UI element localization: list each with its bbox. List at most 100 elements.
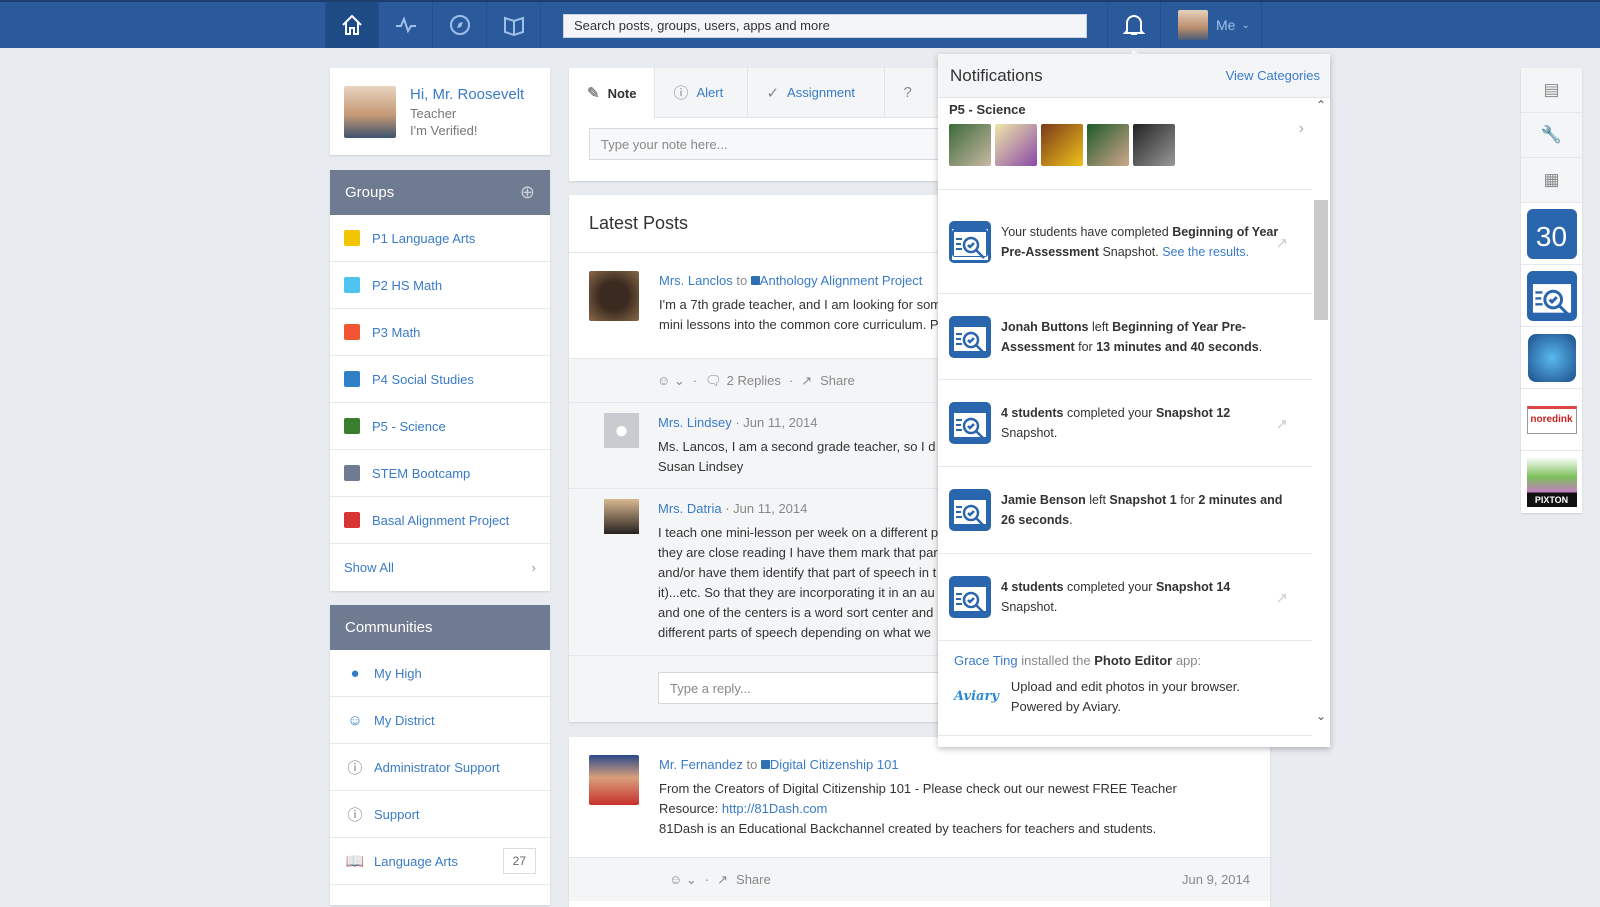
communities-title: Communities: [345, 619, 433, 636]
notification-item[interactable]: Jonah Buttons left Beginning of Year Pre…: [938, 294, 1330, 380]
reaction-icon[interactable]: ☺ ⌄: [669, 872, 697, 888]
reply-text: different parts of speech depending on w…: [658, 623, 938, 643]
tab-assignment[interactable]: ✓Assignment: [748, 68, 885, 118]
noredink-app[interactable]: noredink: [1521, 389, 1582, 451]
notification-item[interactable]: 4 students completed your Snapshot 12 Sn…: [938, 380, 1330, 467]
reply-text: and one of the centers is a word sort ce…: [658, 603, 938, 623]
home-button[interactable]: [325, 2, 379, 48]
group-item[interactable]: P1 Language Arts: [330, 215, 550, 262]
share-button[interactable]: Share: [736, 872, 1182, 887]
reply: ● Mrs. Lindsey · Jun 11, 2014 Ms. Lancos…: [569, 402, 939, 488]
notification-text: app:: [1172, 653, 1201, 668]
notification-item[interactable]: 4 students completed your Snapshot 14 Sn…: [938, 554, 1330, 641]
notification-text: Snapshot.: [1001, 426, 1057, 440]
author-link[interactable]: Mrs. Lanclos: [659, 273, 733, 288]
to-label: to: [736, 273, 747, 288]
share-button[interactable]: Share: [820, 373, 855, 388]
resource-link[interactable]: http://81Dash.com: [722, 801, 828, 816]
external-link-icon[interactable]: ↗: [1275, 415, 1288, 435]
author-link[interactable]: Mrs. Lindsey: [658, 415, 732, 430]
user-link[interactable]: Grace Ting: [954, 653, 1018, 668]
scrollbar-thumb[interactable]: [1314, 200, 1328, 320]
reply-composer: Type a reply...: [569, 655, 939, 722]
author-avatar: [589, 755, 639, 805]
search-input[interactable]: Search posts, groups, users, apps and mo…: [563, 14, 1087, 38]
see-results-link[interactable]: See the results.: [1162, 245, 1249, 259]
reply-text: Ms. Lancos, I am a second grade teacher,…: [658, 437, 936, 457]
notification-text: for: [1075, 340, 1097, 354]
notification-text: Jamie Benson: [1001, 493, 1086, 507]
noredink-logo: noredink: [1527, 406, 1577, 434]
notifications-button[interactable]: [1107, 2, 1161, 48]
notification-text: installed the: [1018, 653, 1095, 668]
calendar-app[interactable]: 30: [1521, 203, 1582, 265]
activity-button[interactable]: [379, 2, 433, 48]
community-label: Language Arts: [374, 854, 503, 869]
external-link-icon[interactable]: ↗: [1275, 589, 1288, 609]
aviary-logo: Aviary: [954, 687, 999, 707]
post-actions: ☺ ⌄· 🗨2 Replies· ↗Share: [569, 358, 939, 402]
view-categories-link[interactable]: View Categories: [1226, 68, 1320, 83]
tab-alert[interactable]: ⓘAlert: [655, 68, 748, 118]
group-item[interactable]: P3 Math: [330, 309, 550, 356]
author-link[interactable]: Mrs. Datria: [658, 501, 722, 516]
notification-item[interactable]: Jamie Benson left Snapshot 1 for 2 minut…: [938, 467, 1330, 554]
profile-avatar: [344, 86, 396, 138]
notification-text: 4 students: [1001, 406, 1064, 420]
default-avatar-icon: ●: [604, 413, 639, 448]
alert-icon: ⓘ: [673, 82, 688, 103]
community-my-high[interactable]: ●My High: [330, 650, 550, 697]
bell-icon: [1123, 13, 1145, 37]
add-group-icon[interactable]: ⊕: [520, 182, 535, 203]
notification-text: for: [1177, 493, 1199, 507]
group-item[interactable]: P5 - Science: [330, 403, 550, 450]
store-icon[interactable]: ▤: [1521, 68, 1582, 113]
student-thumbnail: [949, 124, 991, 166]
community-my-district[interactable]: ☺My District: [330, 697, 550, 744]
user-menu[interactable]: Me ⌄: [1162, 2, 1262, 48]
library-button[interactable]: [487, 2, 541, 48]
reaction-icon[interactable]: ☺ ⌄: [657, 373, 685, 389]
reply-input[interactable]: Type a reply...: [658, 672, 939, 704]
notifications-scrollbar[interactable]: ⌃ ⌄: [1312, 98, 1330, 747]
author-link[interactable]: Mr. Fernandez: [659, 757, 743, 772]
app-description: Upload and edit photos in your browser. …: [1011, 677, 1286, 717]
profile-role: Teacher: [410, 106, 524, 121]
group-item[interactable]: STEM Bootcamp: [330, 450, 550, 497]
discover-button[interactable]: [433, 2, 487, 48]
app-install-notification[interactable]: Grace Ting installed the Photo Editor ap…: [938, 641, 1330, 736]
group-item[interactable]: Basal Alignment Project: [330, 497, 550, 544]
notification-text: Snapshot 14: [1156, 580, 1230, 594]
group-notification[interactable]: P5 - Science ›: [938, 98, 1330, 190]
group-item[interactable]: P2 HS Math: [330, 262, 550, 309]
tab-question[interactable]: ?: [885, 68, 939, 118]
replies-button[interactable]: 2 Replies: [727, 373, 781, 388]
community-support[interactable]: ⓘSupport: [330, 791, 550, 838]
tab-note[interactable]: ✎Note: [569, 68, 655, 118]
note-input[interactable]: Type your note here...: [589, 128, 939, 160]
verified-status: I'm Verified!: [410, 123, 524, 138]
group-item[interactable]: P4 Social Studies: [330, 356, 550, 403]
post-text: mini lessons into the common core curric…: [659, 315, 939, 335]
edit-icon: ✎: [587, 84, 600, 102]
game-app[interactable]: [1521, 327, 1582, 389]
show-all-groups[interactable]: Show All›: [330, 544, 550, 591]
tab-label: Assignment: [787, 85, 855, 100]
profile-name-link[interactable]: Hi, Mr. Roosevelt: [410, 86, 524, 103]
apps-grid-icon[interactable]: ▦: [1521, 158, 1582, 203]
communities-panel: Communities ●My High ☺My District ⓘAdmin…: [330, 605, 550, 905]
pixton-app[interactable]: PIXTON: [1521, 451, 1582, 513]
my-high-logo-icon: ●: [344, 665, 366, 682]
snapshot-app[interactable]: [1521, 265, 1582, 327]
scroll-up-icon[interactable]: ⌃: [1312, 98, 1330, 112]
group-link[interactable]: Digital Citizenship 101: [770, 757, 899, 772]
wrench-icon[interactable]: 🔧: [1521, 113, 1582, 158]
scroll-down-icon[interactable]: ⌄: [1312, 709, 1330, 723]
notification-item[interactable]: Your students have completed Beginning o…: [938, 190, 1330, 294]
group-link[interactable]: Anthology Alignment Project: [760, 273, 923, 288]
group-color-icon: [344, 465, 360, 481]
community-language-arts[interactable]: 📖Language Arts27: [330, 838, 550, 885]
notification-text: completed your: [1064, 406, 1156, 420]
community-administrator-support[interactable]: ⓘAdministrator Support: [330, 744, 550, 791]
external-link-icon[interactable]: ↗: [1275, 234, 1288, 254]
